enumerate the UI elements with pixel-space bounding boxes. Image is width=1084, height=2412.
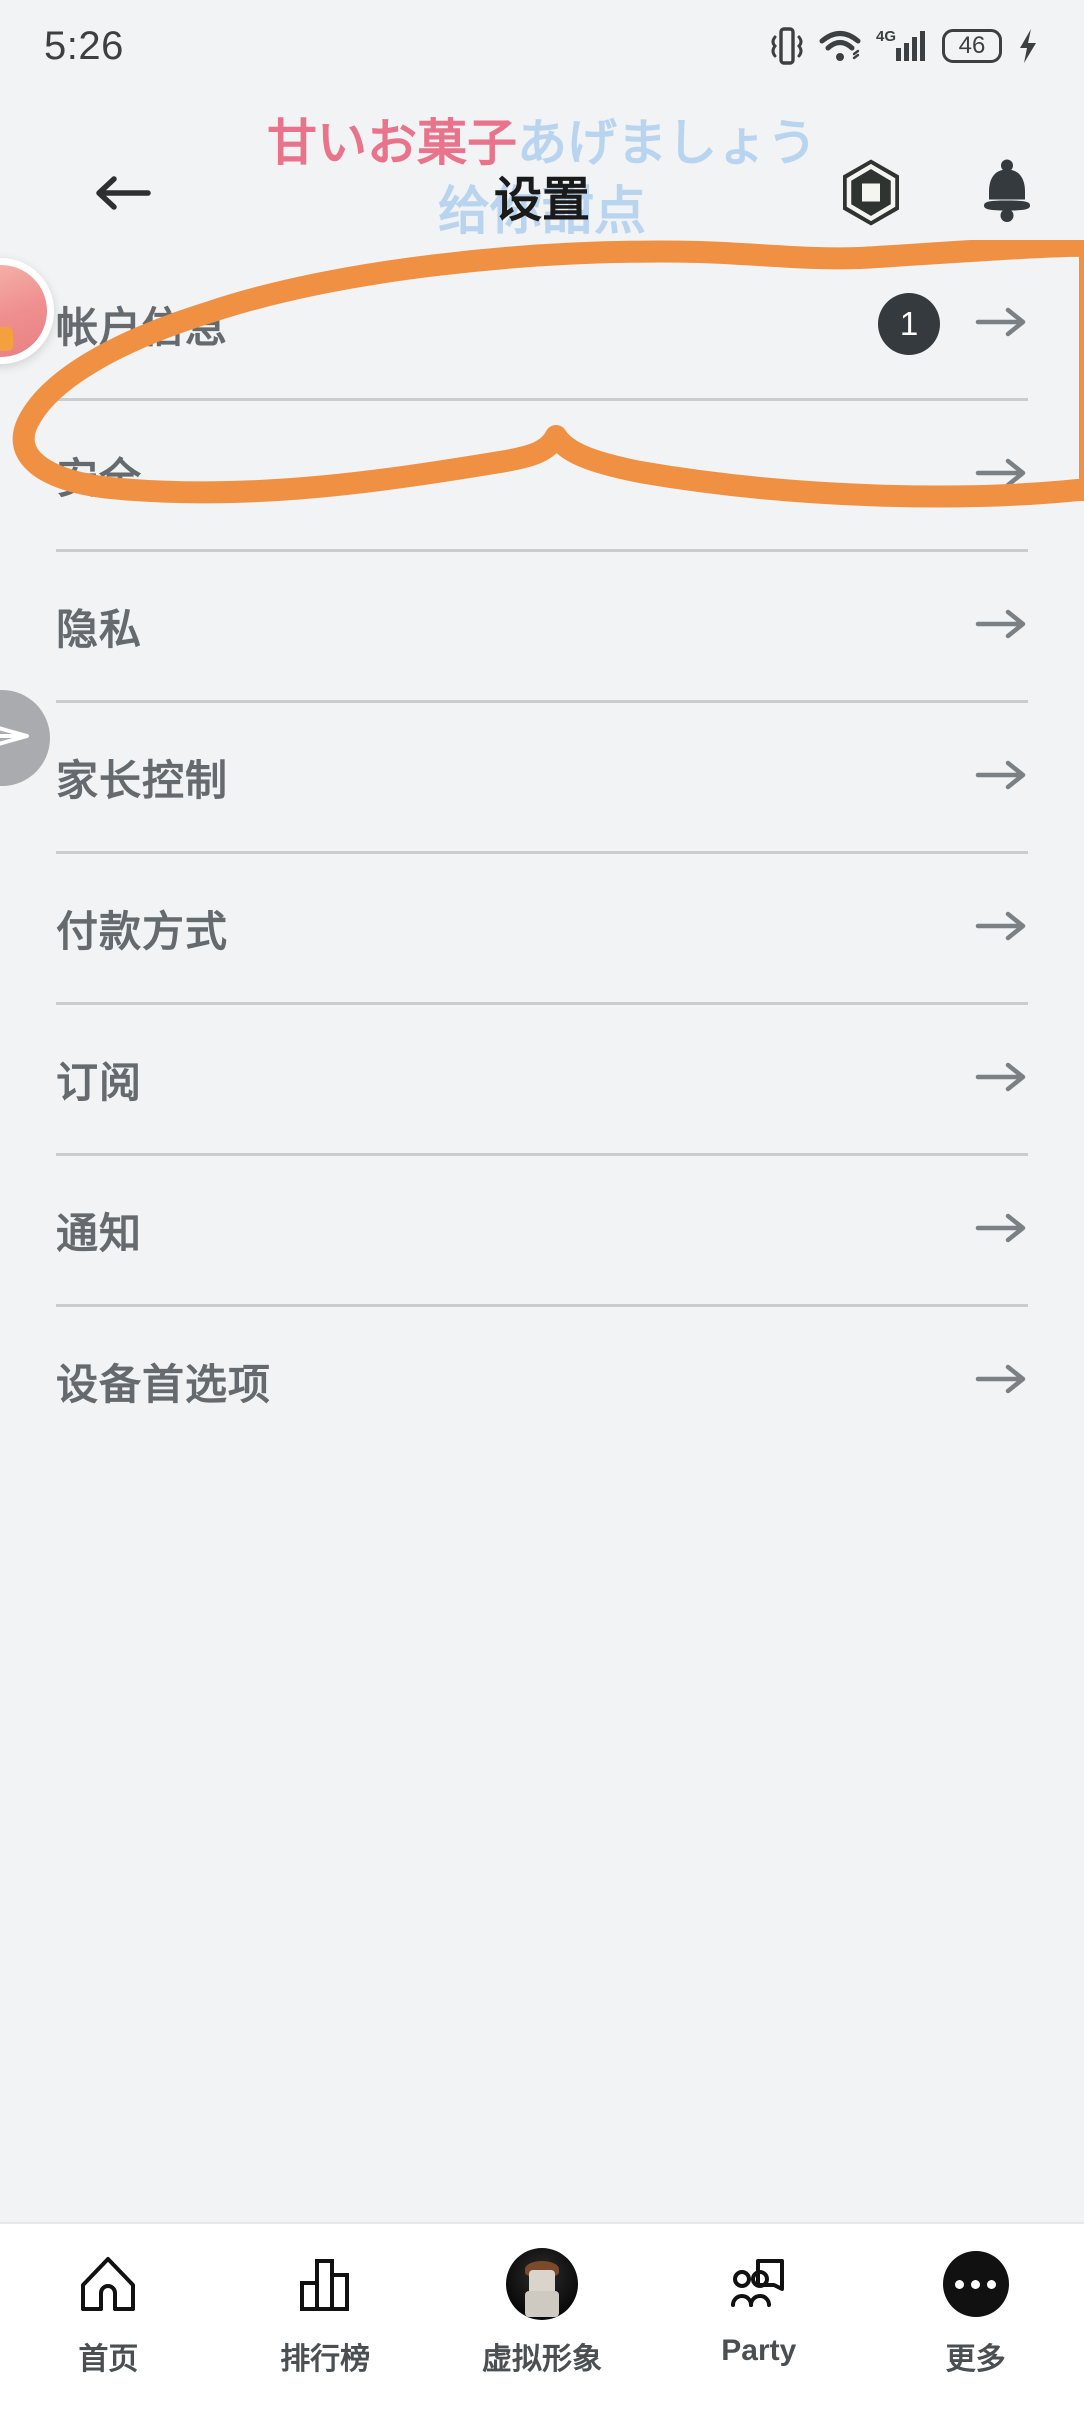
settings-list: 帐户信息 1 安全 隐私 家长控制 付款方式 订阅 通知 设备首选项 [0,250,1084,1455]
svg-text:4G: 4G [876,28,896,45]
settings-row-payment-methods[interactable]: 付款方式 [0,854,1084,1002]
arrow-right-icon [974,906,1028,951]
settings-row-notifications[interactable]: 通知 [0,1156,1084,1304]
settings-row-trailing [974,1359,1028,1404]
battery-level: 46 [942,29,1002,63]
dot [955,2279,965,2289]
avatar-body [524,2291,559,2318]
nav-item-label: 更多 [945,2343,1006,2376]
dot [971,2279,981,2289]
dot [987,2279,997,2289]
send-arrow-icon [0,714,33,763]
vibrate-icon [770,25,804,67]
bar-chart-icon [294,2248,356,2320]
arrow-right-icon [974,755,1028,800]
avatar-icon [505,2248,578,2320]
notification-bell-icon[interactable] [976,158,1038,233]
charging-bolt-icon [1016,27,1040,65]
signal-4g-icon: 4G [876,26,928,66]
settings-row-account-info[interactable]: 帐户信息 1 [0,250,1084,398]
arrow-right-icon [974,604,1028,649]
settings-row-label: 设备首选项 [56,1360,272,1408]
wifi-icon [818,27,862,65]
more-dots-circle [942,2251,1009,2317]
status-icons: 4G 46 [770,25,1040,67]
settings-row-trailing [974,1208,1028,1253]
nav-item-avatar[interactable]: 虚拟形象 [452,2248,632,2378]
settings-row-trailing [974,1057,1028,1102]
status-time: 5:26 [44,23,124,68]
arrow-right-icon [974,1208,1028,1253]
nav-item-more[interactable]: 更多 [886,2248,1066,2378]
nav-item-label: 首页 [78,2343,139,2376]
arrow-right-icon [974,302,1028,347]
bottom-navigation: 首页 排行榜 虚拟形象 Party 更多 [0,2222,1084,2412]
battery-icon: 46 [942,29,1002,63]
settings-row-label: 帐户信息 [56,303,229,351]
arrow-right-icon [974,1057,1028,1102]
settings-row-label: 通知 [56,1209,143,1257]
nav-item-label: 虚拟形象 [481,2343,602,2376]
arrow-right-icon [974,453,1028,498]
home-icon [77,2248,139,2320]
settings-row-parental-controls[interactable]: 家长控制 [0,703,1084,851]
status-badge: 1 [878,293,940,355]
nav-item-party[interactable]: Party [669,2248,849,2368]
settings-row-trailing [974,453,1028,498]
more-dots-icon [942,2248,1009,2320]
nav-item-leaderboard[interactable]: 排行榜 [235,2248,415,2378]
avatar-bubble-badge [0,327,13,351]
settings-row-label: 隐私 [56,605,143,653]
settings-row-label: 家长控制 [56,756,229,804]
settings-row-trailing [974,755,1028,800]
nav-item-home[interactable]: 首页 [18,2248,198,2378]
settings-row-device-preferences[interactable]: 设备首选项 [0,1307,1084,1455]
appbar-actions [838,158,1038,233]
settings-row-privacy[interactable]: 隐私 [0,552,1084,700]
nav-item-label: 排行榜 [280,2343,371,2376]
app-bar: 设置 [0,140,1084,250]
status-bar: 5:26 4G 46 [0,0,1084,92]
settings-row-security[interactable]: 安全 [0,401,1084,549]
nav-item-label: Party [721,2334,797,2367]
roblox-logo-icon[interactable] [838,158,904,233]
settings-row-subscriptions[interactable]: 订阅 [0,1005,1084,1153]
settings-row-trailing: 1 [878,293,1028,355]
avatar [505,2248,578,2320]
settings-row-trailing [974,906,1028,951]
settings-row-trailing [974,604,1028,649]
party-icon [728,2248,790,2320]
settings-row-label: 安全 [56,454,143,502]
arrow-right-icon [974,1359,1028,1404]
settings-row-label: 订阅 [56,1058,143,1106]
settings-row-label: 付款方式 [56,907,229,955]
